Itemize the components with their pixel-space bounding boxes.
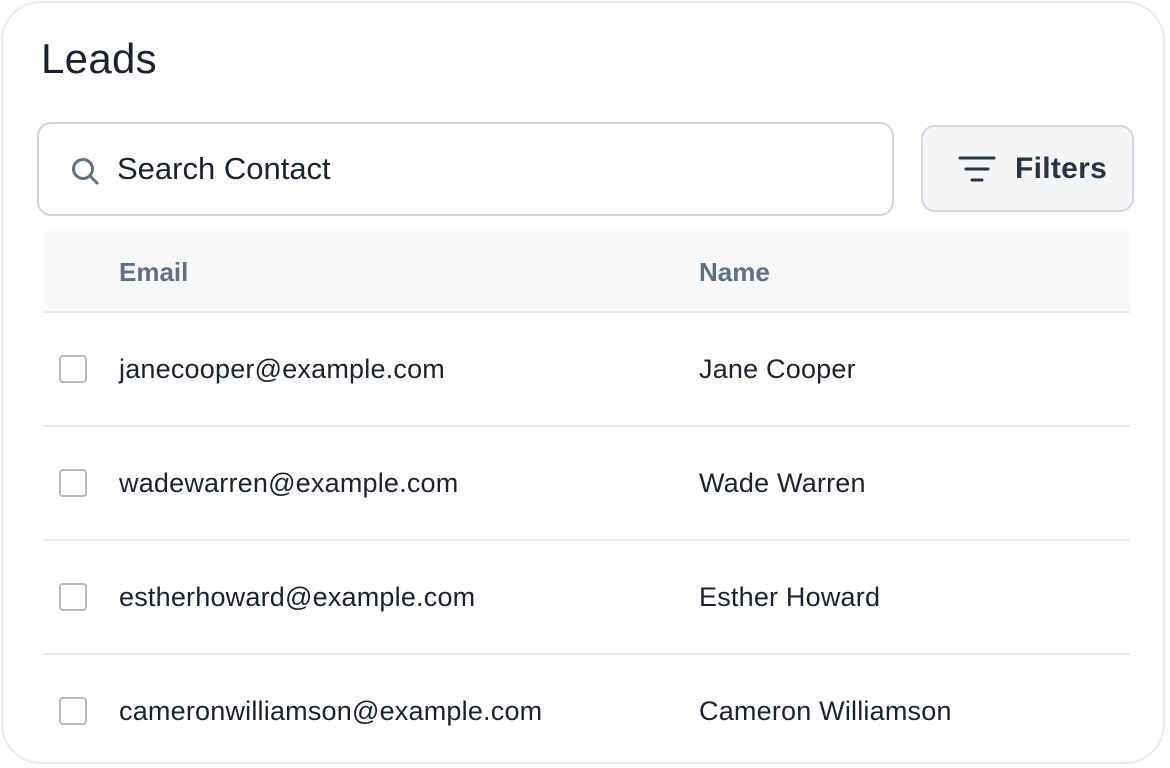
filters-button[interactable]: Filters — [921, 125, 1134, 212]
row-checkbox[interactable] — [59, 355, 87, 383]
table-header: Email Name — [43, 231, 1130, 313]
row-name: Esther Howard — [699, 582, 881, 612]
leads-card: Leads Filters Email Name janecooper@exam… — [1, 1, 1165, 764]
row-name: Cameron Williamson — [699, 696, 952, 726]
row-checkbox[interactable] — [59, 469, 87, 497]
table-row: estherhoward@example.com Esther Howard — [43, 541, 1130, 655]
row-checkbox[interactable] — [59, 583, 87, 611]
table-row: wadewarren@example.com Wade Warren — [43, 427, 1130, 541]
row-name: Wade Warren — [699, 468, 866, 498]
row-email: estherhoward@example.com — [119, 582, 476, 612]
search-input[interactable] — [117, 144, 857, 194]
row-email: wadewarren@example.com — [119, 468, 459, 498]
search-icon — [72, 158, 99, 185]
table-row: cameronwilliamson@example.com Cameron Wi… — [43, 655, 1130, 762]
column-header-email: Email — [119, 257, 189, 287]
filters-label: Filters — [1015, 152, 1108, 185]
column-header-name: Name — [699, 257, 770, 287]
row-email: janecooper@example.com — [119, 354, 445, 384]
row-email: cameronwilliamson@example.com — [119, 696, 543, 726]
leads-table: Email Name janecooper@example.com Jane C… — [43, 231, 1130, 762]
table-row: janecooper@example.com Jane Cooper — [43, 313, 1130, 427]
row-checkbox[interactable] — [59, 697, 87, 725]
search-box[interactable] — [37, 122, 894, 216]
filter-lines-icon — [958, 156, 996, 182]
page-title: Leads — [41, 35, 157, 82]
row-name: Jane Cooper — [699, 354, 856, 384]
